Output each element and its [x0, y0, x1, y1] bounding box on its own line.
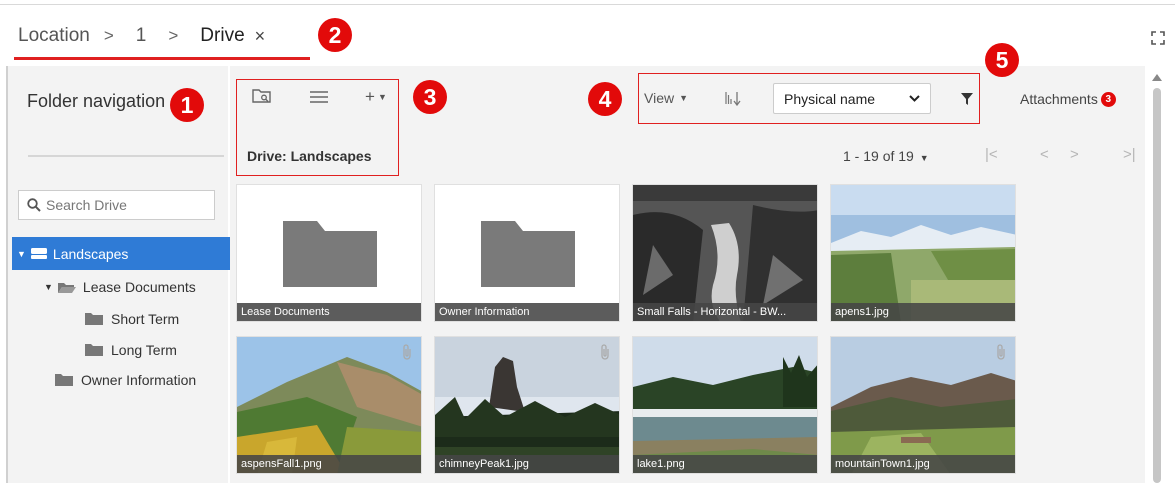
- image-tile[interactable]: lake1.png: [632, 336, 818, 474]
- last-page-button[interactable]: >|: [1123, 146, 1136, 163]
- folder-navigation-panel: Folder navigation 1 Search Drive ▼ Lands…: [8, 66, 235, 483]
- callout-badge-3: 3: [413, 80, 447, 114]
- breadcrumb-current[interactable]: Drive: [200, 25, 244, 47]
- paperclip-icon: [601, 344, 609, 360]
- mountain-town-thumbnail: [831, 337, 1015, 473]
- image-tile[interactable]: apens1.jpg: [830, 184, 1016, 322]
- chimney-peak-thumbnail: [435, 337, 619, 473]
- attachments-label: Attachments: [1020, 91, 1098, 107]
- image-tile[interactable]: mountainTown1.jpg: [830, 336, 1016, 474]
- attachments-button[interactable]: Attachments 3: [1020, 91, 1116, 107]
- sort-order-icon[interactable]: [724, 91, 742, 106]
- folder-icon: [481, 221, 575, 287]
- chevron-down-icon: ▼: [919, 153, 929, 163]
- sort-field-select[interactable]: Physical name: [773, 83, 931, 114]
- divider: [28, 155, 224, 157]
- folder-tile[interactable]: Lease Documents: [236, 184, 422, 322]
- attachments-count-badge: 3: [1100, 91, 1116, 107]
- folder-open-icon: [57, 282, 76, 293]
- file-browser-main: + ▼ 3 Drive: Landscapes 4 View ▼ Physica…: [230, 43, 1145, 483]
- list-view-icon[interactable]: [310, 90, 328, 104]
- breadcrumb-underline: [14, 57, 310, 60]
- paperclip-icon: [997, 344, 1005, 360]
- chevron-down-icon: ▼: [377, 92, 387, 102]
- callout-badge-1: 1: [170, 88, 204, 122]
- tile-caption: Owner Information: [435, 303, 619, 321]
- callout-badge-5: 5: [985, 43, 1019, 77]
- next-page-button[interactable]: >: [1070, 146, 1079, 163]
- tile-caption: Small Falls - Horizontal - BW...: [633, 303, 817, 321]
- close-icon[interactable]: ×: [255, 26, 266, 47]
- tree-item-owner-information[interactable]: Owner Information: [54, 372, 196, 388]
- breadcrumb-separator: >: [103, 26, 114, 45]
- waterfall-thumbnail: [633, 185, 817, 321]
- folder-icon: [85, 344, 103, 356]
- aspens-thumbnail: [831, 185, 1015, 321]
- callout-badge-4: 4: [588, 82, 622, 116]
- fullscreen-icon[interactable]: [1151, 31, 1165, 45]
- current-drive-label: Drive: Landscapes: [247, 148, 372, 164]
- paging-menu[interactable]: 1 - 19 of 19 ▼: [843, 148, 929, 164]
- search-drive-input[interactable]: Search Drive: [18, 190, 215, 220]
- filter-icon[interactable]: [961, 93, 973, 105]
- tile-caption: aspensFall1.png: [237, 455, 421, 473]
- caret-down-icon[interactable]: ▼: [17, 249, 26, 259]
- previous-page-button[interactable]: <: [1040, 146, 1049, 163]
- tree-item-label: Long Term: [111, 342, 177, 358]
- folder-icon: [55, 374, 73, 386]
- folder-icon: [85, 313, 103, 325]
- panel-title: Folder navigation: [27, 91, 166, 111]
- tree-item-label: Short Term: [111, 311, 180, 327]
- callout-badge-2: 2: [318, 18, 352, 52]
- search-icon: [27, 198, 41, 212]
- content-area: Folder navigation 1 Search Drive ▼ Lands…: [0, 43, 1175, 483]
- image-tile[interactable]: chimneyPeak1.jpg: [434, 336, 620, 474]
- breadcrumb-separator: >: [168, 26, 179, 45]
- breadcrumb: Location > 1 > Drive ×: [18, 25, 265, 47]
- add-menu-button[interactable]: + ▼: [365, 87, 387, 107]
- tile-caption: mountainTown1.jpg: [831, 455, 1015, 473]
- first-page-button[interactable]: |<: [985, 146, 998, 163]
- chevron-down-icon: [909, 95, 920, 102]
- view-label: View: [644, 90, 675, 106]
- tile-caption: apens1.jpg: [831, 303, 1015, 321]
- view-menu-button[interactable]: View ▼: [644, 90, 688, 106]
- caret-down-icon[interactable]: ▼: [44, 282, 53, 292]
- breadcrumb-level-1[interactable]: 1: [136, 25, 147, 47]
- folder-icon: [283, 221, 377, 287]
- tree-item-label: Lease Documents: [82, 279, 196, 295]
- aspens-fall-thumbnail: [237, 337, 421, 473]
- breadcrumb-location[interactable]: Location: [18, 25, 90, 47]
- browse-folder-icon[interactable]: [252, 88, 272, 104]
- paging-label: 1 - 19 of 19: [843, 148, 914, 164]
- sort-field-value: Physical name: [784, 90, 876, 107]
- chevron-down-icon: ▼: [679, 93, 689, 103]
- plus-icon: +: [365, 87, 375, 106]
- tree-item-landscapes[interactable]: ▼ Landscapes: [12, 237, 235, 270]
- vertical-scrollbar[interactable]: [1145, 66, 1170, 483]
- drive-icon: [30, 248, 47, 259]
- tree-item-short-term[interactable]: Short Term: [84, 311, 179, 327]
- search-placeholder: Search Drive: [46, 197, 127, 213]
- image-tile[interactable]: aspensFall1.png: [236, 336, 422, 474]
- tree-item-long-term[interactable]: Long Term: [84, 342, 177, 358]
- tile-caption: chimneyPeak1.jpg: [435, 455, 619, 473]
- scroll-thumb[interactable]: [1153, 88, 1161, 483]
- scroll-up-icon[interactable]: [1152, 74, 1162, 81]
- folder-tile[interactable]: Owner Information: [434, 184, 620, 322]
- tree-item-label: Landscapes: [52, 245, 129, 262]
- paperclip-icon: [403, 344, 411, 360]
- tile-caption: lake1.png: [633, 455, 817, 473]
- image-tile[interactable]: Small Falls - Horizontal - BW...: [632, 184, 818, 322]
- tree-item-label: Owner Information: [81, 372, 197, 388]
- tree-item-lease-documents[interactable]: ▼ Lease Documents: [44, 279, 196, 295]
- lake-thumbnail: [633, 337, 817, 473]
- tile-caption: Lease Documents: [237, 303, 421, 321]
- drive-browser: Location > 1 > Drive × 2 Folder navigati…: [0, 0, 1175, 483]
